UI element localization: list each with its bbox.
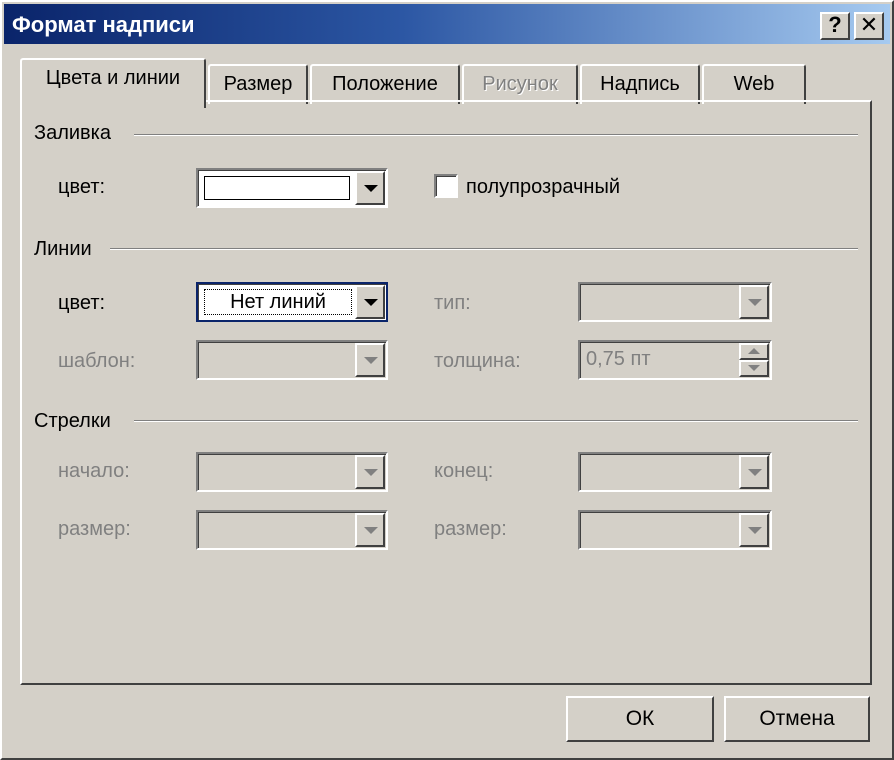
- fill-group-label: Заливка: [34, 122, 117, 145]
- tab-label: Web: [733, 73, 775, 95]
- semi-transparent-label: полупрозрачный: [466, 176, 621, 198]
- tab-picture[interactable]: Рисунок: [462, 64, 578, 104]
- chevron-down-icon: [364, 469, 378, 476]
- arrow-end-size-combo[interactable]: [578, 510, 772, 550]
- tab-position[interactable]: Положение: [310, 64, 460, 104]
- line-color-value: Нет линий: [204, 289, 352, 315]
- tab-label: Размер: [223, 73, 293, 95]
- tab-panel: Заливка цвет: полупрозрачный Линии цвет:…: [20, 100, 872, 685]
- arrow-begin-size-label: размер:: [58, 518, 131, 540]
- tab-label: Положение: [332, 73, 438, 95]
- line-pattern-dropdown-button[interactable]: [355, 343, 385, 377]
- chevron-down-icon: [748, 299, 762, 306]
- chevron-up-icon: [748, 348, 760, 354]
- line-type-combo[interactable]: [578, 282, 772, 322]
- fill-color-combo[interactable]: [196, 168, 388, 208]
- tab-web[interactable]: Web: [702, 64, 806, 104]
- window-title: Формат надписи: [12, 12, 195, 37]
- line-pattern-combo[interactable]: [196, 340, 388, 380]
- arrows-group-divider: [134, 420, 858, 422]
- tab-size[interactable]: Размер: [208, 64, 308, 104]
- fill-color-swatch: [204, 176, 350, 200]
- arrow-begin-combo[interactable]: [196, 452, 388, 492]
- chevron-down-icon: [364, 299, 378, 306]
- line-type-dropdown-button[interactable]: [739, 285, 769, 319]
- close-icon: ✕: [859, 12, 879, 37]
- chevron-down-icon: [364, 357, 378, 364]
- fill-color-label: цвет:: [58, 176, 106, 198]
- cancel-button[interactable]: Отмена: [724, 696, 870, 742]
- lines-group-divider: [110, 248, 858, 250]
- ok-button[interactable]: ОК: [566, 696, 714, 742]
- arrow-end-dropdown-button[interactable]: [739, 455, 769, 489]
- arrow-begin-dropdown-button[interactable]: [355, 455, 385, 489]
- line-color-label: цвет:: [58, 292, 106, 314]
- tab-label: Рисунок: [482, 73, 558, 95]
- arrow-begin-label: начало:: [58, 460, 130, 482]
- arrow-end-label: конец:: [434, 460, 494, 482]
- format-textbox-dialog: Формат надписи ? ✕ Цвета и линии Размер …: [0, 0, 894, 760]
- semi-transparent-checkbox[interactable]: [434, 174, 458, 198]
- arrow-end-combo[interactable]: [578, 452, 772, 492]
- arrow-begin-size-dropdown-button[interactable]: [355, 513, 385, 547]
- chevron-down-icon: [748, 365, 760, 371]
- arrow-begin-size-combo[interactable]: [196, 510, 388, 550]
- chevron-down-icon: [748, 469, 762, 476]
- tab-textbox[interactable]: Надпись: [580, 64, 700, 104]
- title-bar[interactable]: Формат надписи ? ✕: [4, 4, 890, 44]
- arrows-group-label: Стрелки: [34, 410, 117, 433]
- tab-colors-and-lines[interactable]: Цвета и линии: [20, 58, 206, 108]
- spin-up-button[interactable]: [739, 343, 769, 360]
- line-pattern-label: шаблон:: [58, 350, 136, 372]
- lines-group-label: Линии: [34, 238, 98, 261]
- spin-down-button[interactable]: [739, 360, 769, 377]
- tab-label: Надпись: [600, 73, 680, 95]
- line-type-label: тип:: [434, 292, 471, 314]
- line-color-dropdown-button[interactable]: [355, 285, 385, 319]
- chevron-down-icon: [364, 527, 378, 534]
- fill-group-divider: [134, 134, 858, 136]
- help-button[interactable]: ?: [820, 12, 850, 40]
- line-weight-spinner[interactable]: 0,75 пт: [578, 340, 772, 380]
- chevron-down-icon: [364, 185, 378, 192]
- line-color-combo[interactable]: Нет линий: [196, 282, 388, 322]
- line-weight-spin-buttons: [739, 343, 769, 377]
- arrow-end-size-dropdown-button[interactable]: [739, 513, 769, 547]
- tab-label: Цвета и линии: [45, 67, 181, 89]
- fill-color-dropdown-button[interactable]: [355, 171, 385, 205]
- line-weight-label: толщина:: [434, 350, 521, 372]
- chevron-down-icon: [748, 527, 762, 534]
- close-button[interactable]: ✕: [854, 12, 884, 40]
- line-weight-value: 0,75 пт: [586, 348, 651, 370]
- arrow-end-size-label: размер:: [434, 518, 507, 540]
